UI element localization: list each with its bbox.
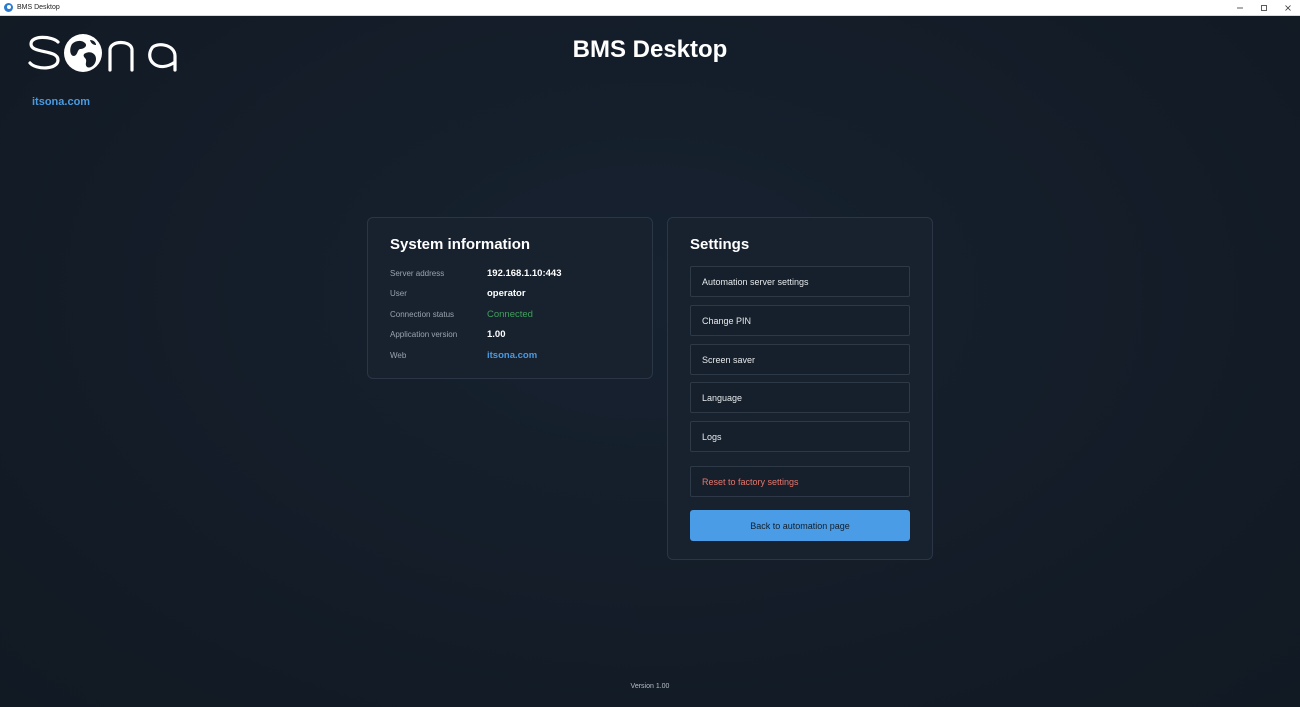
connection-status-value: Connected — [487, 308, 533, 320]
application-version-label: Application version — [390, 329, 458, 339]
window-titlebar: BMS Desktop — [0, 0, 1300, 16]
window-title: BMS Desktop — [17, 4, 60, 11]
close-button[interactable] — [1276, 0, 1300, 15]
settings-title: Settings — [690, 236, 750, 253]
automation-server-settings-button[interactable]: Automation server settings — [690, 266, 910, 297]
info-row-user: User operator — [390, 285, 630, 301]
minimize-icon — [1237, 7, 1243, 8]
change-pin-button[interactable]: Change PIN — [690, 305, 910, 336]
settings-panel: Settings Automation server settings Chan… — [667, 217, 933, 560]
info-row-web: Web itsona.com — [390, 347, 630, 363]
application-version-value: 1.00 — [487, 328, 506, 340]
main-area: itsona.com BMS Desktop System informatio… — [0, 16, 1300, 707]
info-row-server-address: Server address 192.168.1.10:443 — [390, 265, 630, 281]
web-label: Web — [390, 350, 407, 360]
web-link[interactable]: itsona.com — [487, 350, 537, 361]
logs-button[interactable]: Logs — [690, 421, 910, 452]
info-row-connection-status: Connection status Connected — [390, 306, 630, 322]
language-button[interactable]: Language — [690, 382, 910, 413]
page-title: BMS Desktop — [572, 36, 728, 63]
app-icon — [4, 3, 13, 12]
minimize-button[interactable] — [1228, 0, 1252, 15]
maximize-icon — [1261, 4, 1267, 11]
screen-saver-button[interactable]: Screen saver — [690, 344, 910, 375]
info-row-application-version: Application version 1.00 — [390, 326, 630, 342]
version-footer: Version 1.00 — [630, 683, 670, 690]
server-address-label: Server address — [390, 268, 445, 278]
close-icon — [1285, 4, 1291, 11]
brand-website-link[interactable]: itsona.com — [32, 96, 90, 108]
system-information-panel: System information Server address 192.16… — [367, 217, 653, 379]
server-address-value: 192.168.1.10:443 — [487, 267, 562, 279]
user-value: operator — [487, 287, 526, 299]
system-information-title: System information — [390, 236, 531, 253]
back-to-automation-button[interactable]: Back to automation page — [690, 510, 910, 541]
maximize-button[interactable] — [1252, 0, 1276, 15]
window-controls — [1228, 0, 1300, 15]
connection-status-label: Connection status — [390, 309, 455, 319]
user-label: User — [390, 288, 407, 298]
reset-factory-settings-button[interactable]: Reset to factory settings — [690, 466, 910, 497]
